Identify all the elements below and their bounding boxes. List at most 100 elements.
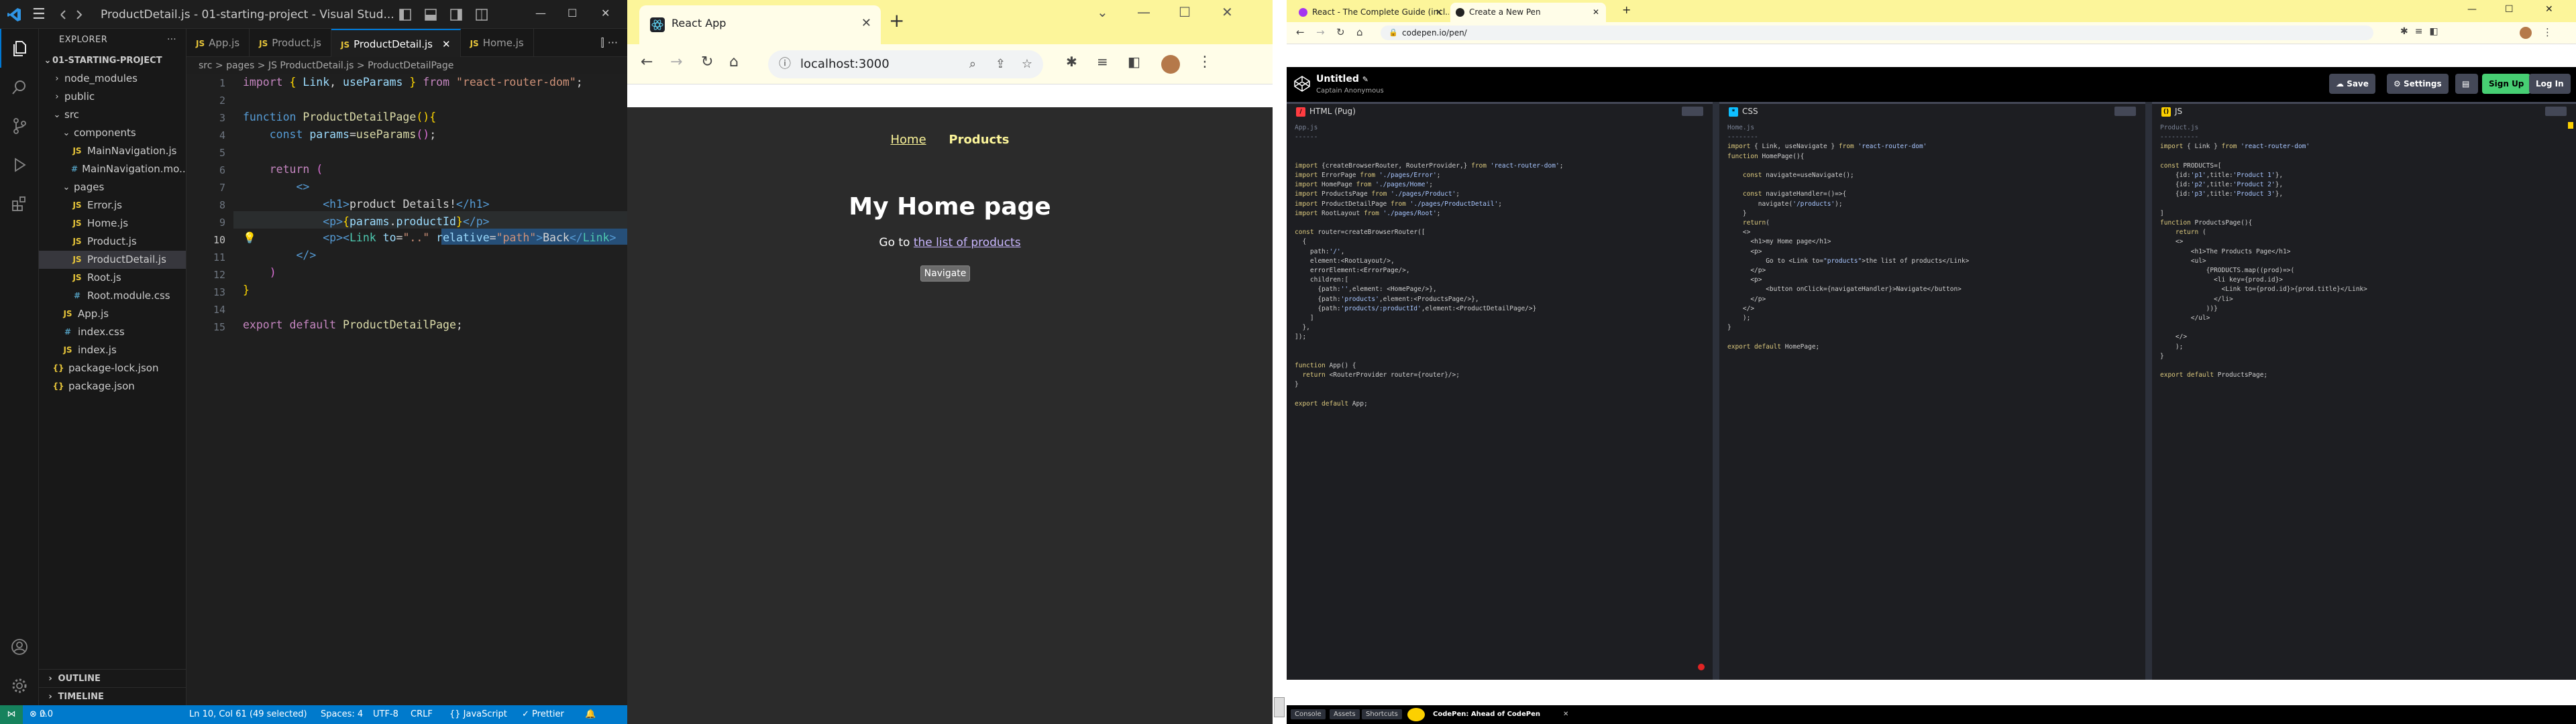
pane-settings-icon[interactable]: [2545, 107, 2567, 116]
js-pane[interactable]: () JS Product.js ---------- import { Link…: [2152, 102, 2576, 680]
tree-item[interactable]: ⌄ src: [39, 106, 186, 124]
close-credit-icon[interactable]: ✕: [1559, 709, 1573, 719]
settings-gear-icon[interactable]: [0, 666, 39, 705]
tree-item[interactable]: {} package.json: [39, 377, 186, 396]
breadcrumb[interactable]: src > pages > JS ProductDetail.js > Prod…: [186, 57, 627, 74]
edit-pencil-icon[interactable]: ✎: [1362, 75, 1368, 84]
tree-item[interactable]: ⌄ components: [39, 124, 186, 142]
css-pane[interactable]: * CSS Home.js -------- import { Link, use…: [1719, 102, 2152, 680]
products-link[interactable]: the list of products: [914, 236, 1021, 249]
problems-status[interactable]: ⊗ 0 ⚠ 0: [30, 705, 53, 724]
tab-react-guide[interactable]: React - The Complete Guide (incl... ✕: [1293, 3, 1449, 22]
new-tab-button[interactable]: +: [1622, 3, 1631, 16]
pane-settings-icon[interactable]: [1682, 107, 1703, 116]
tree-item[interactable]: JS App.js: [39, 305, 186, 323]
pane-settings-icon[interactable]: [2114, 107, 2136, 116]
tree-item[interactable]: › public: [39, 88, 186, 106]
language-status[interactable]: {} JavaScript: [449, 705, 507, 724]
home-icon[interactable]: ⌂: [1356, 26, 1363, 38]
more-actions-icon[interactable]: ···: [167, 29, 176, 52]
tree-item[interactable]: › node_modules: [39, 70, 186, 88]
tab-productdetail-js[interactable]: JS ProductDetail.js ✕: [331, 29, 461, 57]
notifications-icon[interactable]: 🔔: [585, 705, 596, 724]
prettier-status[interactable]: ✓ Prettier: [522, 705, 564, 724]
address-bar[interactable]: ⓘ localhost:3000 ⌕ ⇪ ☆: [768, 50, 1043, 78]
minimize-button[interactable]: —: [535, 7, 546, 19]
close-tab-icon[interactable]: ✕: [861, 5, 871, 42]
shortcuts-button[interactable]: Shortcuts: [1362, 709, 1402, 719]
back-arrow-icon[interactable]: ←: [641, 54, 653, 70]
minimize-button[interactable]: —: [1137, 4, 1150, 20]
address-bar[interactable]: 🔒 codepen.io/pen/: [1381, 25, 2373, 40]
tree-item[interactable]: # index.css: [39, 323, 186, 341]
editor-actions-icon[interactable]: ⫿ ···: [592, 29, 627, 56]
signup-button[interactable]: Sign Up: [2482, 74, 2531, 94]
nav-link-home[interactable]: Home: [890, 133, 926, 147]
share-icon[interactable]: ⇪: [996, 50, 1006, 78]
explorer-icon[interactable]: [0, 29, 39, 68]
tree-item[interactable]: JS index.js: [39, 341, 186, 359]
tab-app-js[interactable]: JS App.js: [186, 29, 250, 57]
tree-item[interactable]: ⌄ pages: [39, 178, 186, 196]
chrome-menu-icon[interactable]: ⋮: [2542, 26, 2553, 38]
extensions-icon[interactable]: [0, 184, 39, 223]
cursor-position[interactable]: Ln 10, Col 61 (49 selected): [189, 705, 307, 724]
account-icon[interactable]: [0, 627, 39, 666]
nav-link-products[interactable]: Products: [949, 133, 1009, 147]
media-queue-icon[interactable]: ≡: [1097, 54, 1108, 70]
pen-title[interactable]: Untitled ✎: [1316, 74, 1368, 84]
outline-section[interactable]: › OUTLINE: [39, 669, 186, 687]
bookmark-star-icon[interactable]: ☆: [1022, 50, 1032, 78]
run-debug-icon[interactable]: [0, 145, 39, 184]
assets-button[interactable]: Assets: [1330, 709, 1360, 719]
layout-arrows-icon[interactable]: [56, 9, 86, 21]
source-control-icon[interactable]: [0, 107, 39, 145]
zoom-search-icon[interactable]: ⌕: [969, 50, 976, 78]
layout-toggle-icons[interactable]: [398, 8, 492, 21]
indent-status[interactable]: Spaces: 4: [321, 705, 363, 724]
timeline-section[interactable]: › TIMELINE: [39, 687, 186, 705]
tab-home-js[interactable]: JS Home.js: [461, 29, 534, 57]
toolbar-icons[interactable]: ✱≡◧: [2400, 26, 2445, 37]
close-tab-icon[interactable]: ✕: [442, 38, 451, 50]
maximize-button[interactable]: ☐: [1179, 4, 1191, 20]
tree-item[interactable]: JS Error.js: [39, 196, 186, 215]
maximize-button[interactable]: ☐: [568, 7, 577, 19]
tree-item[interactable]: # MainNavigation.mo...: [39, 160, 189, 178]
profile-avatar[interactable]: [2520, 27, 2532, 39]
code-editor[interactable]: 1 2 3 4 5 6 7 8 9 10 11 12 13 14 15 import { Link, use…: [186, 74, 627, 705]
new-tab-button[interactable]: +: [889, 9, 904, 32]
tree-item[interactable]: JS Home.js: [39, 215, 186, 233]
console-button[interactable]: Console: [1291, 709, 1326, 719]
reload-icon[interactable]: ↻: [1336, 26, 1345, 38]
project-root[interactable]: ⌄ 01-STARTING-PROJECT: [39, 52, 186, 70]
settings-button[interactable]: ⚙ Settings: [2387, 74, 2449, 94]
search-icon[interactable]: [0, 68, 39, 107]
close-button[interactable]: ✕: [601, 7, 610, 19]
tree-item[interactable]: # Root.module.css: [39, 287, 186, 305]
layout-icon[interactable]: ▤: [2455, 74, 2478, 94]
back-arrow-icon[interactable]: ←: [1296, 26, 1305, 38]
codepen-logo-icon[interactable]: [1293, 75, 1311, 93]
tab-new-pen[interactable]: Create a New Pen ✕: [1450, 3, 1606, 22]
menu-icon[interactable]: ☰: [32, 6, 46, 23]
tree-item[interactable]: JS Root.js: [39, 269, 186, 287]
remote-icon[interactable]: ⋈: [0, 705, 23, 724]
save-button[interactable]: ☁ Save: [2329, 74, 2375, 94]
encoding-status[interactable]: UTF-8: [373, 705, 398, 724]
tree-item[interactable]: JS Product.js: [39, 233, 186, 251]
login-button[interactable]: Log In: [2529, 74, 2571, 94]
tab-product-js[interactable]: JS Product.js: [250, 29, 331, 57]
reload-icon[interactable]: ↻: [701, 54, 713, 70]
navigate-button[interactable]: Navigate: [920, 265, 970, 282]
close-button[interactable]: ✕: [1222, 4, 1233, 20]
side-panel-icon[interactable]: ◧: [1128, 54, 1140, 70]
close-tab-icon[interactable]: ✕: [1593, 3, 1599, 21]
forward-arrow-icon[interactable]: →: [670, 54, 682, 70]
html-pane[interactable]: / HTML (Pug) App.js ------ import {create…: [1287, 102, 1719, 680]
tree-item[interactable]: JS MainNavigation.js: [39, 142, 186, 160]
tree-item[interactable]: JS ProductDetail.js: [39, 251, 186, 269]
chrome-menu-icon[interactable]: ⋮: [1197, 54, 1212, 70]
tab-search-icon[interactable]: ⌄: [1097, 4, 1108, 20]
extensions-puzzle-icon[interactable]: ✱: [1066, 54, 1077, 70]
